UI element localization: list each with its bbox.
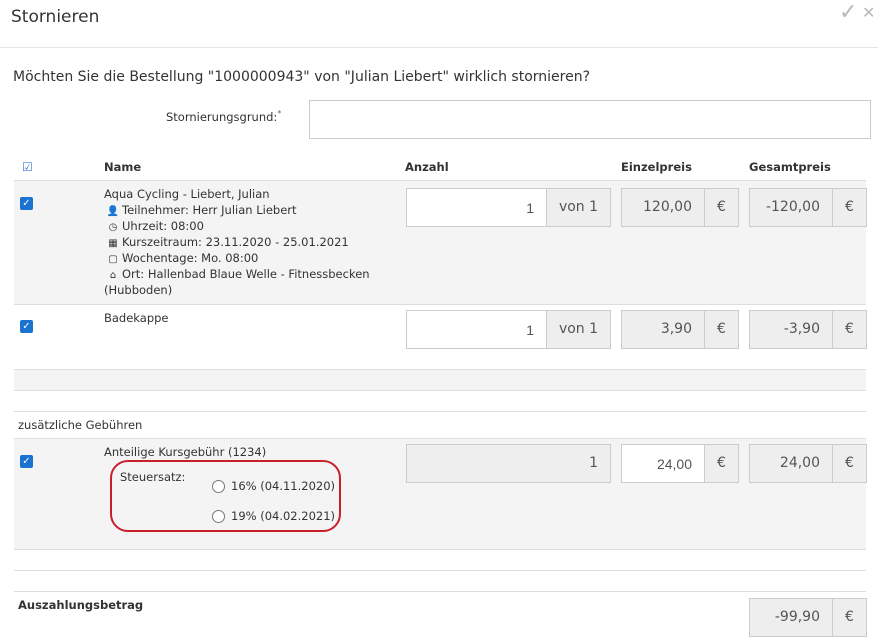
currency-addon: € (833, 444, 867, 483)
item-detail-continuation: (Hubboden) (104, 283, 173, 297)
quantity-input[interactable] (406, 310, 547, 349)
item-checkbox[interactable]: ✓ (20, 320, 33, 333)
item-detail-text: Wochentage: Mo. 08:00 (122, 251, 259, 265)
currency-addon: € (705, 310, 739, 349)
currency-addon: € (833, 598, 867, 637)
quantity-input[interactable] (406, 188, 547, 227)
fee-name: Anteilige Kursgebühr (1234) (104, 445, 267, 459)
header-divider (0, 47, 878, 48)
row-divider (14, 549, 866, 550)
required-mark: * (277, 109, 282, 118)
reason-label: Stornierungsgrund:* (166, 109, 281, 124)
calendar-range-icon: ▦ (108, 238, 118, 249)
home-icon: ⌂ (109, 270, 117, 281)
item-detail: 👤 Teilnehmer: Herr Julian Liebert (104, 203, 297, 217)
confirmation-question: Möchten Sie die Bestellung "1000000943" … (13, 69, 591, 85)
column-header-total-price: Gesamtpreis (749, 160, 831, 174)
total-price-field: -3,90 (749, 310, 833, 349)
item-detail: ⌂ Ort: Hallenbad Blaue Welle - Fitnessbec… (104, 267, 370, 281)
row-divider (14, 411, 866, 412)
fee-unit-price-input[interactable] (621, 444, 705, 483)
quantity-max-addon: von 1 (547, 310, 611, 349)
spacer-row (14, 370, 866, 390)
reason-label-text: Stornierungsgrund: (166, 109, 278, 124)
item-detail-text: Kurszeitraum: 23.11.2020 - 25.01.2021 (122, 235, 349, 249)
item-detail: ◷ Uhrzeit: 08:00 (104, 219, 204, 233)
total-price-field: 24,00 (749, 444, 833, 483)
dialog-title: Stornieren (11, 7, 100, 27)
row-divider (14, 570, 866, 571)
currency-addon: € (833, 188, 867, 227)
item-name: Aqua Cycling - Liebert, Julian (104, 187, 270, 201)
unit-price-field: 3,90 (621, 310, 705, 349)
reason-input[interactable] (309, 100, 871, 139)
payout-label: Auszahlungsbetrag (18, 598, 144, 612)
currency-addon: € (705, 444, 739, 483)
item-detail-text: Ort: Hallenbad Blaue Welle - Fitnessbeck… (122, 267, 370, 281)
confirm-check-icon[interactable]: ✓ (839, 0, 857, 25)
quantity-field: 1 (406, 444, 611, 483)
currency-addon: € (833, 310, 867, 349)
fees-section-label: zusätzliche Gebühren (18, 418, 143, 432)
fee-checkbox[interactable]: ✓ (20, 455, 33, 468)
close-icon[interactable]: ✕ (862, 3, 875, 22)
total-price-field: -120,00 (749, 188, 833, 227)
payout-amount-field: -99,90 (749, 598, 833, 637)
column-header-quantity: Anzahl (405, 160, 449, 174)
row-divider (14, 390, 866, 391)
row-divider (14, 591, 866, 592)
calendar-icon: ▢ (108, 254, 118, 265)
item-checkbox[interactable]: ✓ (20, 197, 33, 210)
item-detail: ▦ Kurszeitraum: 23.11.2020 - 25.01.2021 (104, 235, 349, 249)
item-detail-text: Teilnehmer: Herr Julian Liebert (122, 203, 297, 217)
quantity-max-addon: von 1 (547, 188, 611, 227)
unit-price-field: 120,00 (621, 188, 705, 227)
clock-icon: ◷ (108, 222, 118, 233)
item-detail-text: Uhrzeit: 08:00 (122, 219, 204, 233)
select-all-checkbox-icon[interactable]: ☑ (22, 160, 36, 174)
row-divider (14, 304, 866, 305)
column-header-name: Name (104, 160, 142, 174)
tax-rate-highlight (110, 460, 341, 532)
column-header-unit-price: Einzelpreis (621, 160, 692, 174)
user-icon: 👤 (106, 206, 120, 217)
item-name: Badekappe (104, 311, 169, 325)
item-detail: ▢ Wochentage: Mo. 08:00 (104, 251, 258, 265)
currency-addon: € (705, 188, 739, 227)
